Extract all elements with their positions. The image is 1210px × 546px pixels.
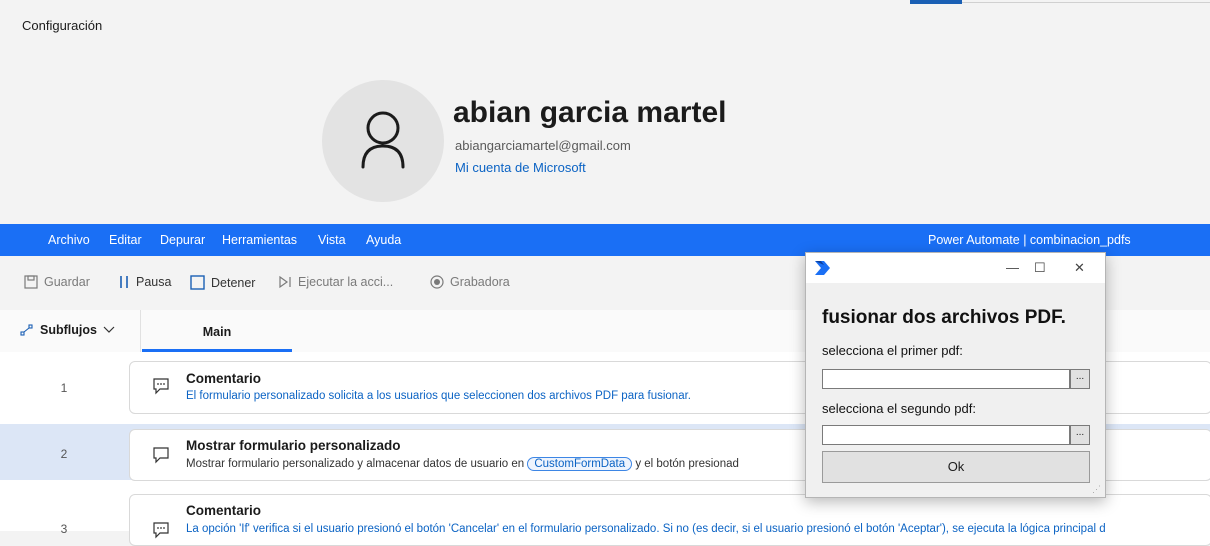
run-action-button[interactable]: Ejecutar la acci...: [278, 275, 393, 289]
comment-icon: [153, 522, 169, 539]
stop-button[interactable]: Detener: [190, 275, 255, 290]
subflow-icon: [20, 324, 33, 336]
step-description: La opción 'If' verifica si el usuario pr…: [186, 523, 1106, 535]
subflows-dropdown[interactable]: Subflujos: [20, 323, 115, 337]
dialog-heading: fusionar dos archivos PDF.: [822, 307, 1066, 328]
second-pdf-label: selecciona el segundo pdf:: [822, 401, 976, 416]
step-title: Comentario: [186, 371, 262, 386]
first-pdf-label: selecciona el primer pdf:: [822, 343, 963, 358]
window-title: Power Automate | combinacion_pdfs: [928, 233, 1131, 247]
save-icon: [24, 275, 38, 289]
menu-herramientas[interactable]: Herramientas: [222, 233, 297, 247]
variable-chip[interactable]: CustomFormData: [527, 457, 633, 471]
close-button[interactable]: ✕: [1074, 260, 1085, 276]
settings-title: Configuración: [22, 18, 103, 33]
pause-label: Pausa: [136, 275, 172, 289]
user-name: abian garcia martel: [453, 96, 727, 129]
second-pdf-input[interactable]: [822, 425, 1070, 445]
step-description: Mostrar formulario personalizado y almac…: [186, 457, 739, 471]
power-automate-logo-icon: [815, 261, 830, 275]
record-icon: [430, 275, 444, 289]
menu-archivo[interactable]: Archivo: [48, 233, 90, 247]
subflows-label: Subflujos: [40, 323, 97, 337]
menu-depurar[interactable]: Depurar: [160, 233, 205, 247]
pause-button[interactable]: Pausa: [118, 275, 171, 289]
active-tab-indicator: [910, 0, 962, 4]
custom-form-dialog: — ☐ ✕ fusionar dos archivos PDF. selecci…: [805, 252, 1106, 498]
first-pdf-browse-button[interactable]: ...: [1070, 369, 1090, 389]
message-icon: [153, 447, 169, 464]
tab-main[interactable]: Main: [142, 310, 292, 352]
first-pdf-input[interactable]: [822, 369, 1070, 389]
settings-panel: Configuración abian garcia martel abiang…: [0, 0, 1210, 216]
recorder-button[interactable]: Grabadora: [430, 275, 510, 289]
save-label: Guardar: [44, 275, 90, 289]
divider: [962, 2, 1210, 3]
step-description: El formulario personalizado solicita a l…: [186, 390, 691, 402]
pause-icon: [120, 276, 128, 288]
divider: [140, 310, 141, 352]
save-button[interactable]: Guardar: [24, 275, 90, 289]
run-next-icon: [279, 275, 291, 289]
second-pdf-browse-button[interactable]: ...: [1070, 425, 1090, 445]
maximize-button[interactable]: ☐: [1034, 260, 1046, 276]
row-number: 3: [60, 522, 68, 536]
stop-icon: [190, 275, 205, 290]
step-title: Comentario: [186, 503, 262, 518]
recorder-label: Grabadora: [450, 275, 510, 289]
run-action-label: Ejecutar la acci...: [298, 275, 394, 289]
avatar: [322, 80, 444, 202]
stop-label: Detener: [211, 275, 256, 290]
microsoft-account-link[interactable]: Mi cuenta de Microsoft: [455, 160, 586, 175]
menu-vista[interactable]: Vista: [318, 233, 346, 247]
step-comment[interactable]: Comentario La opción 'If' verifica si el…: [129, 494, 1210, 546]
step-title: Mostrar formulario personalizado: [186, 438, 401, 453]
step-description-text: Mostrar formulario personalizado y almac…: [186, 458, 525, 470]
row-number: 2: [60, 447, 68, 461]
comment-icon: [153, 378, 169, 395]
resize-grip-icon[interactable]: ⋰: [1092, 484, 1101, 495]
ok-button[interactable]: Ok: [822, 451, 1090, 483]
menu-editar[interactable]: Editar: [109, 233, 142, 247]
chevron-down-icon: [103, 326, 115, 333]
user-email: abiangarciamartel@gmail.com: [455, 138, 631, 153]
minimize-button[interactable]: —: [1006, 260, 1019, 275]
person-icon: [361, 111, 405, 169]
row-number: 1: [60, 381, 68, 395]
dialog-titlebar[interactable]: — ☐ ✕: [806, 253, 1105, 283]
menu-ayuda[interactable]: Ayuda: [366, 233, 401, 247]
step-description-text: y el botón presionad: [635, 458, 739, 470]
